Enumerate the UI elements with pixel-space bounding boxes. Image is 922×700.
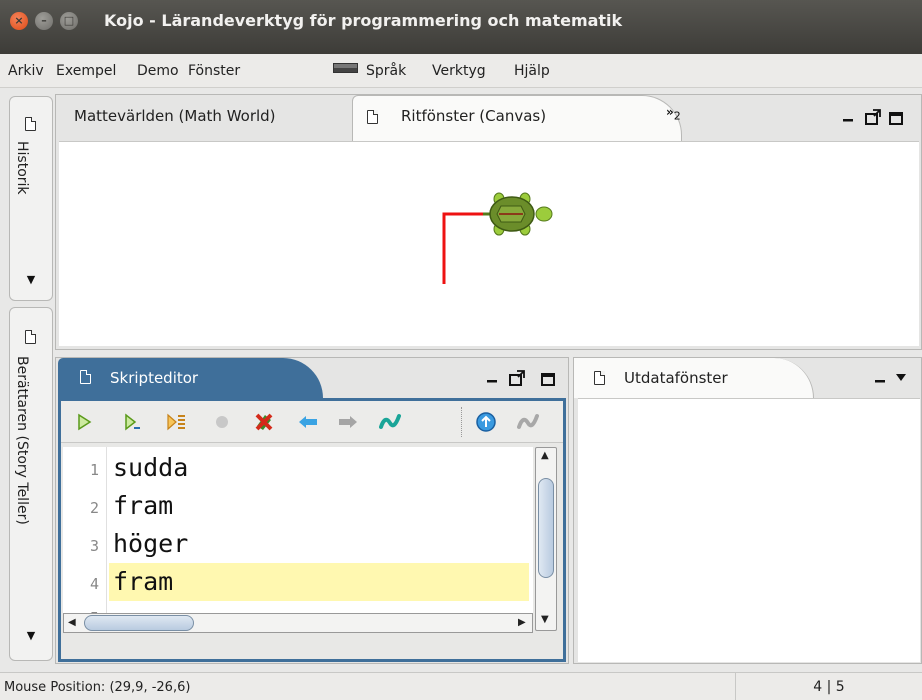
- line-number: 4: [89, 575, 99, 593]
- editor-body: 1 2 3 4 5 sudda fram höger fram ▲ ▼ ◀ ▶: [58, 398, 566, 662]
- menu-bar: Arkiv Exempel Demo Fönster Språk Verktyg…: [0, 54, 922, 88]
- output-panel-controls: [875, 374, 906, 383]
- canvas-panel-controls: [843, 109, 903, 125]
- editor-toolbar: [61, 401, 563, 443]
- scroll-down-icon[interactable]: ▼: [541, 614, 549, 625]
- tab-math-world[interactable]: Mattevärlden (Math World): [56, 95, 352, 139]
- window-title: Kojo - Lärandeverktyg för programmering …: [104, 11, 623, 30]
- minimize-icon: –: [41, 14, 47, 27]
- editor-horizontal-scrollbar[interactable]: ◀ ▶: [63, 613, 533, 633]
- close-window-button[interactable]: ×: [10, 12, 28, 30]
- storyteller-tab-label: Berättaren (Story Teller): [14, 356, 30, 525]
- title-bar: × – □ Kojo - Lärandeverktyg för programm…: [0, 0, 922, 54]
- run-icon[interactable]: [73, 411, 95, 433]
- double-chevron-icon: »: [666, 105, 674, 119]
- menu-exempel[interactable]: Exempel: [56, 63, 116, 79]
- menu-verktyg[interactable]: Verktyg: [432, 63, 486, 79]
- clear-output-icon[interactable]: [517, 411, 539, 433]
- line-number: 1: [89, 461, 99, 479]
- document-icon: [25, 330, 36, 344]
- code-line-highlighted[interactable]: fram: [109, 563, 529, 601]
- tab-script-editor[interactable]: Skripteditor: [58, 358, 323, 398]
- float-icon[interactable]: [865, 109, 881, 125]
- language-flag-icon: [333, 63, 358, 73]
- minimize-window-button[interactable]: –: [35, 12, 53, 30]
- clear-icon[interactable]: [253, 411, 275, 433]
- undo-icon[interactable]: [297, 411, 319, 433]
- canvas-panel: Mattevärlden (Math World) Ritfönster (Ca…: [55, 94, 922, 350]
- line-number: 3: [89, 537, 99, 555]
- document-icon: [25, 117, 36, 131]
- stop-icon[interactable]: [211, 411, 233, 433]
- code-editor[interactable]: 1 2 3 4 5 sudda fram höger fram: [63, 447, 533, 613]
- status-bar: Mouse Position: (29,9, -26,6) 4 | 5: [0, 672, 922, 700]
- turtle-drawing: [442, 192, 553, 284]
- horizontal-scroll-thumb[interactable]: [84, 615, 194, 631]
- maximize-window-button[interactable]: □: [60, 12, 78, 30]
- turtle-canvas[interactable]: [59, 141, 919, 346]
- cursor-position: 4 | 5: [735, 673, 922, 700]
- line-number: 2: [89, 499, 99, 517]
- maximize-icon: □: [63, 14, 75, 27]
- editor-vertical-scrollbar[interactable]: ▲ ▼: [535, 447, 557, 631]
- menu-demo[interactable]: Demo: [137, 63, 179, 79]
- close-icon: ×: [14, 14, 24, 27]
- menu-fonster[interactable]: Fönster: [188, 63, 240, 79]
- storyteller-side-tab[interactable]: Berättaren (Story Teller) ▼: [9, 307, 53, 661]
- output-panel: Utdatafönster: [573, 357, 922, 664]
- toolbar-separator: [461, 407, 462, 437]
- mouse-position: Mouse Position: (29,9, -26,6): [4, 680, 191, 695]
- code-line[interactable]: höger: [109, 525, 529, 563]
- minimize-icon[interactable]: [875, 380, 885, 383]
- format-icon[interactable]: [379, 411, 401, 433]
- scroll-left-icon[interactable]: ◀: [68, 617, 76, 628]
- tab-output[interactable]: Utdatafönster: [574, 358, 814, 398]
- script-editor-panel: Skripteditor 1 2 3 4 5 sudda fra: [55, 357, 569, 664]
- menu-hjalp[interactable]: Hjälp: [514, 63, 550, 79]
- trace-icon[interactable]: [165, 411, 187, 433]
- maximize-icon[interactable]: [889, 112, 903, 125]
- code-line[interactable]: sudda: [109, 449, 529, 487]
- tab-canvas[interactable]: Ritfönster (Canvas): [352, 95, 682, 143]
- code-line[interactable]: fram: [109, 487, 529, 525]
- document-icon: [594, 371, 605, 385]
- editor-tab-label: Skripteditor: [110, 369, 199, 387]
- minimize-icon[interactable]: [487, 380, 497, 383]
- tab-overflow-button[interactable]: »2: [666, 105, 681, 122]
- editor-panel-controls: [487, 370, 555, 386]
- overflow-count: 2: [673, 109, 681, 123]
- tab-canvas-label: Ritfönster (Canvas): [401, 107, 547, 125]
- menu-arkiv[interactable]: Arkiv: [8, 63, 44, 79]
- code-line[interactable]: [109, 601, 529, 613]
- vertical-scroll-thumb[interactable]: [538, 478, 554, 578]
- minimize-icon[interactable]: [843, 119, 853, 122]
- run-worksheet-icon[interactable]: [121, 411, 143, 433]
- storyteller-collapse-arrow-icon[interactable]: ▼: [23, 629, 39, 642]
- dropdown-icon[interactable]: [896, 374, 906, 381]
- output-area[interactable]: [578, 398, 920, 662]
- redo-icon[interactable]: [337, 411, 359, 433]
- menu-sprak[interactable]: Språk: [366, 63, 406, 79]
- document-icon: [80, 370, 91, 384]
- history-side-tab[interactable]: Historik ▼: [9, 96, 53, 301]
- output-tab-label: Utdatafönster: [624, 369, 728, 387]
- history-tab-label: Historik: [14, 141, 30, 195]
- turtle-icon: [483, 192, 553, 236]
- document-icon: [367, 110, 378, 124]
- float-icon[interactable]: [509, 370, 525, 386]
- maximize-icon[interactable]: [541, 373, 555, 386]
- scroll-right-icon[interactable]: ▶: [518, 617, 526, 628]
- upload-icon[interactable]: [475, 411, 497, 433]
- scroll-up-icon[interactable]: ▲: [541, 450, 549, 461]
- history-collapse-arrow-icon[interactable]: ▼: [23, 273, 39, 286]
